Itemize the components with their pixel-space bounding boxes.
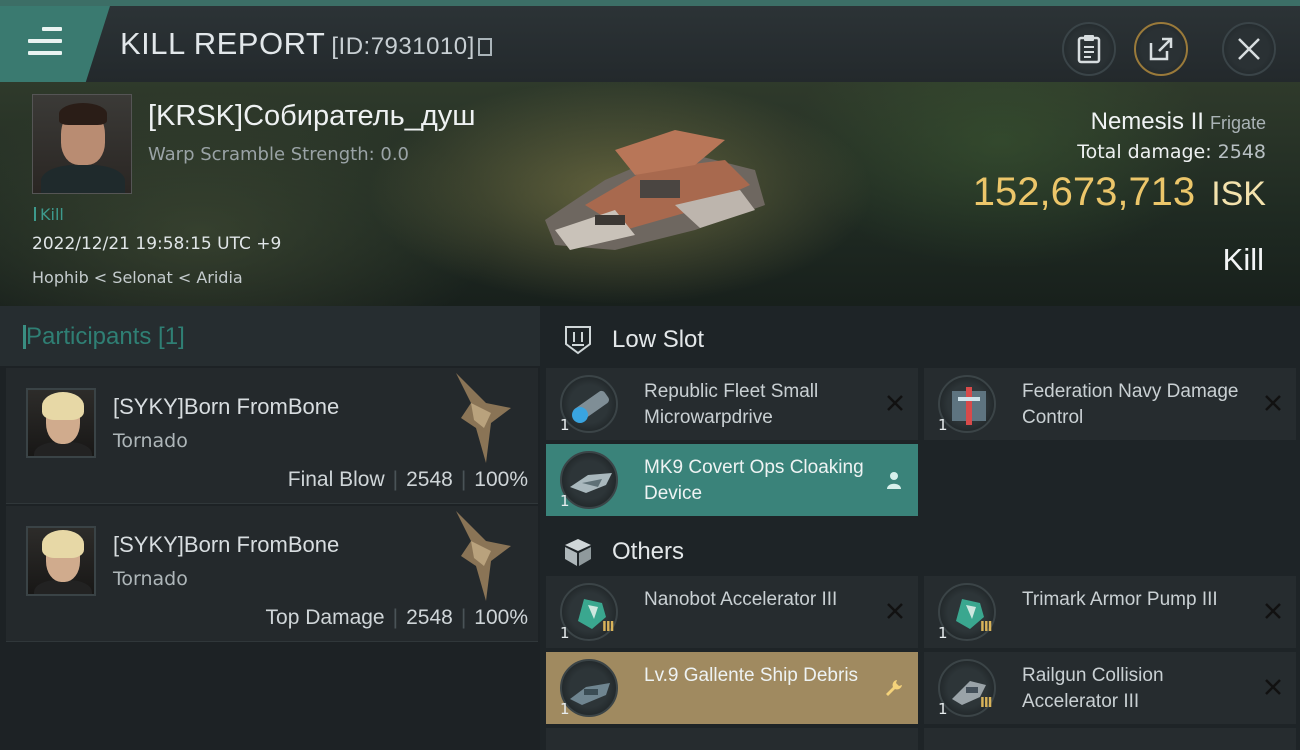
low-slot-icon (565, 326, 591, 355)
tech-tier-badge: III (980, 620, 992, 635)
module-item[interactable]: 1 Lv.9 Gallente Ship Debris (546, 652, 918, 724)
ship-name-text: Nemesis II (1090, 108, 1204, 135)
total-damage: Total damage: 2548 (1077, 141, 1266, 163)
low-slot-section: Low Slot (540, 306, 1300, 374)
page-title: KILL REPORT [ID:7931010] (120, 26, 492, 62)
participant-ship: Tornado (113, 430, 188, 452)
person-icon (887, 472, 901, 489)
module-item-partial[interactable] (924, 728, 1296, 750)
others-label: Others (612, 538, 685, 565)
victim-banner: [KRSK]Собиратель_душ Warp Scramble Stren… (0, 82, 1300, 306)
victim-avatar[interactable] (32, 94, 132, 194)
participant-stats: Final Blow | 2548 | 100% (287, 468, 528, 491)
module-name: Railgun Collision Accelerator III (1022, 665, 1164, 712)
participant-ship-image (456, 511, 511, 601)
page-title-text: KILL REPORT (120, 26, 326, 61)
tech-tier-badge: III (602, 620, 614, 635)
module-item-partial[interactable] (546, 728, 918, 750)
participants-title: Participants [1] (23, 323, 185, 350)
module-quantity: 1 (560, 700, 570, 718)
kill-location[interactable]: Hophib < Selonat < Aridia (32, 268, 243, 287)
module-name: Federation Navy Damage Control (1022, 381, 1239, 428)
module-name: Lv.9 Gallente Ship Debris (644, 665, 859, 686)
kill-datetime: 2022/12/21 19:58:15 UTC +9 (32, 234, 282, 254)
total-damage-label: Total damage: (1077, 141, 1212, 163)
participant-row[interactable]: [SYKY]Born FromBone Tornado Final Blow | 2… (6, 368, 538, 504)
module-name: Trimark Armor Pump III (1022, 589, 1218, 610)
module-quantity: 1 (560, 492, 570, 510)
isk-value: 152,673,713 ISK (973, 170, 1266, 215)
victim-name[interactable]: [KRSK]Собиратель_душ (148, 100, 476, 133)
destroyed-icon (1265, 603, 1281, 619)
copy-icon[interactable] (477, 38, 492, 56)
warp-scramble-strength: Warp Scramble Strength: 0.0 (148, 144, 410, 165)
share-icon (1149, 37, 1173, 61)
cube-icon (565, 539, 591, 566)
module-name: Nanobot Accelerator III (644, 589, 838, 610)
module-item[interactable]: 1 III Trimark Armor Pump III (924, 576, 1296, 648)
isk-amount: 152,673,713 (972, 170, 1196, 214)
tech-tier-badge: III (980, 696, 992, 711)
module-item[interactable]: 1 III Nanobot Accelerator III (546, 576, 918, 648)
module-quantity: 1 (938, 624, 948, 642)
hamburger-icon (28, 27, 62, 55)
module-name: Republic Fleet Small Microwarpdrive (644, 381, 819, 428)
ship-class: Frigate (1209, 113, 1266, 133)
participant-role: Final Blow (287, 468, 385, 491)
module-item[interactable]: 1 MK9 Covert Ops Cloaking Device (546, 444, 918, 516)
module-item[interactable]: 1 Federation Navy Damage Control (924, 368, 1296, 440)
module-item[interactable]: 1 III Railgun Collision Accelerator III (924, 652, 1296, 724)
victim-ship-name[interactable]: Nemesis II Frigate (1091, 108, 1266, 136)
participant-row[interactable]: [SYKY]Born FromBone Tornado Top Damage | 2… (6, 506, 538, 642)
wrench-icon (886, 680, 902, 696)
menu-button[interactable] (0, 6, 110, 82)
participant-avatar (26, 388, 96, 458)
result-label: Kill (1222, 242, 1264, 277)
participant-damage: 2548 (406, 468, 453, 491)
header-bar: KILL REPORT [ID:7931010] (0, 0, 1300, 82)
isk-unit: ISK (1211, 175, 1266, 213)
module-quantity: 1 (560, 416, 570, 434)
participant-ship: Tornado (113, 568, 188, 590)
module-name: MK9 Covert Ops Cloaking Device (644, 457, 864, 504)
close-icon (1238, 38, 1260, 60)
share-button[interactable] (1134, 22, 1188, 76)
clipboard-icon (1077, 35, 1101, 64)
participant-stats: Top Damage | 2548 | 100% (265, 606, 528, 629)
participant-ship-image (456, 373, 511, 463)
participant-percent: 100% (474, 606, 528, 629)
participants-header[interactable]: Participants [1] (0, 306, 540, 366)
module-quantity: 1 (938, 700, 948, 718)
participant-name: [SYKY]Born FromBone (113, 532, 340, 557)
participant-percent: 100% (474, 468, 528, 491)
participant-damage: 2548 (406, 606, 453, 629)
participants-panel: Participants [1] [SYKY]Born FromBone Tor… (0, 306, 540, 750)
kill-tag: Kill (34, 205, 64, 224)
destroyed-icon (887, 395, 903, 411)
total-damage-value: 2548 (1217, 141, 1266, 163)
destroyed-icon (887, 603, 903, 619)
fitting-panel: Low Slot 1 Republic Fleet Small Microwar… (540, 306, 1300, 750)
module-quantity: 1 (938, 416, 948, 434)
destroyed-icon (1265, 679, 1281, 695)
close-button[interactable] (1222, 22, 1276, 76)
low-slot-label: Low Slot (612, 326, 705, 353)
module-quantity: 1 (560, 624, 570, 642)
destroyed-icon (1265, 395, 1281, 411)
participant-avatar (26, 526, 96, 596)
module-item[interactable]: 1 Republic Fleet Small Microwarpdrive (546, 368, 918, 440)
participant-role: Top Damage (265, 606, 385, 629)
report-id: [ID:7931010] (331, 33, 475, 60)
clipboard-button[interactable] (1062, 22, 1116, 76)
participant-name: [SYKY]Born FromBone (113, 394, 340, 419)
victim-ship-image[interactable] (525, 110, 775, 260)
